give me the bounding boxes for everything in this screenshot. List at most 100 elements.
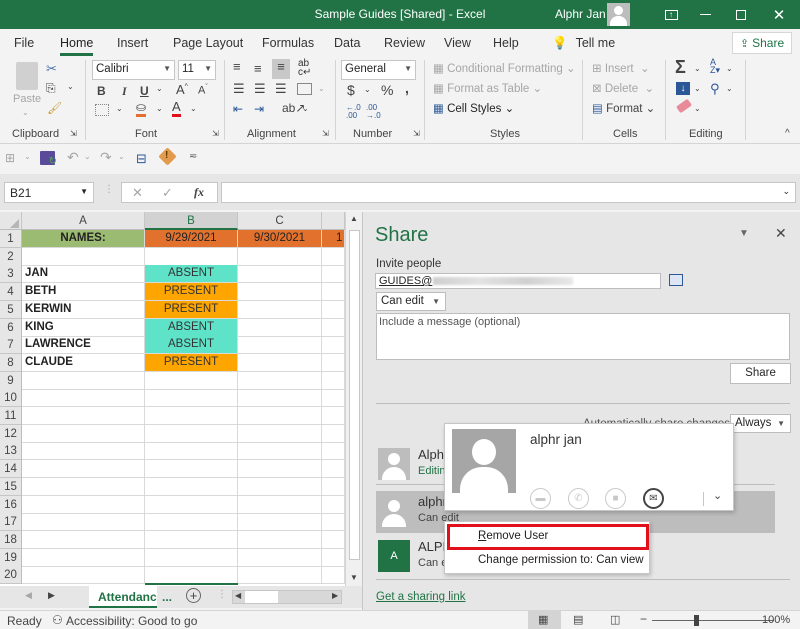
- cell[interactable]: [238, 566, 322, 585]
- cell[interactable]: [322, 407, 345, 425]
- orientation-dropdown-icon[interactable]: ⌄: [302, 104, 309, 113]
- paste-button[interactable]: Paste: [13, 93, 41, 105]
- font-color-icon[interactable]: A: [172, 100, 181, 117]
- sort-filter-dropdown-icon[interactable]: ⌄: [726, 64, 733, 73]
- cell-name[interactable]: KERWIN: [22, 300, 145, 319]
- merge-dropdown-icon[interactable]: ⌄: [318, 84, 325, 93]
- paste-icon[interactable]: [16, 62, 38, 90]
- cell[interactable]: [322, 424, 345, 443]
- formula-input[interactable]: ⌄: [221, 182, 796, 203]
- cell[interactable]: [322, 371, 345, 390]
- underline-dropdown-icon[interactable]: ⌄: [156, 84, 163, 93]
- tab-insert[interactable]: Insert: [117, 36, 148, 50]
- cell[interactable]: [322, 389, 345, 408]
- cell[interactable]: [145, 477, 238, 496]
- cell-name[interactable]: JAN: [22, 265, 145, 284]
- cell-status[interactable]: PRESENT: [145, 283, 238, 302]
- change-permission-menu-item[interactable]: Change permission to: Can view: [478, 554, 644, 566]
- increase-indent-icon[interactable]: ⇥: [254, 102, 264, 116]
- cell[interactable]: [238, 424, 322, 443]
- cell[interactable]: [238, 247, 322, 266]
- close-button[interactable]: ✕: [760, 0, 798, 29]
- cell[interactable]: [22, 460, 145, 479]
- cell[interactable]: [22, 548, 145, 567]
- vertical-scrollbar[interactable]: ▲ ▼: [345, 212, 362, 586]
- merge-center-icon[interactable]: [297, 83, 312, 95]
- cell[interactable]: [238, 548, 322, 567]
- bottom-align-icon[interactable]: ≡: [272, 59, 290, 79]
- row-header[interactable]: 17: [0, 513, 22, 532]
- row-header[interactable]: 19: [0, 548, 22, 567]
- row-header[interactable]: 18: [0, 530, 22, 549]
- column-header-b[interactable]: B: [145, 212, 238, 230]
- row-header[interactable]: 8: [0, 353, 22, 372]
- tab-file[interactable]: File: [14, 36, 34, 50]
- cell[interactable]: [22, 566, 145, 585]
- sort-filter-icon[interactable]: A Z▾: [710, 58, 720, 75]
- scroll-down-icon[interactable]: ▼: [350, 573, 358, 582]
- fill-color-dropdown-icon[interactable]: ⌄: [156, 104, 163, 113]
- cell[interactable]: [238, 336, 322, 355]
- cell[interactable]: [238, 513, 322, 532]
- font-launcher-icon[interactable]: ⇲: [212, 129, 219, 138]
- more-sheets-button[interactable]: ...: [162, 590, 172, 604]
- undo-dropdown-icon[interactable]: ⌄: [84, 152, 91, 161]
- zoom-level[interactable]: 100%: [762, 614, 790, 626]
- format-cells-button[interactable]: ▤ Format ⌄: [592, 101, 655, 115]
- column-header-a[interactable]: A: [22, 212, 145, 230]
- tab-review[interactable]: Review: [384, 36, 425, 50]
- zoom-slider-thumb[interactable]: [694, 615, 699, 626]
- sheet-tab-attendance[interactable]: Attendanc: [89, 586, 157, 608]
- cell[interactable]: [145, 548, 238, 567]
- cell[interactable]: [322, 247, 345, 266]
- add-sheet-icon[interactable]: +: [186, 588, 201, 603]
- cell[interactable]: [238, 530, 322, 549]
- cell[interactable]: [238, 371, 322, 390]
- currency-dropdown-icon[interactable]: ⌄: [364, 85, 371, 94]
- cell[interactable]: [145, 495, 238, 514]
- pane-options-icon[interactable]: ▼: [739, 228, 749, 239]
- fill-dropdown-icon[interactable]: ⌄: [694, 84, 701, 93]
- tab-formulas[interactable]: Formulas: [262, 36, 314, 50]
- cell[interactable]: [145, 530, 238, 549]
- row-header[interactable]: 13: [0, 442, 22, 461]
- customize-qat-icon[interactable]: ≂: [189, 151, 197, 162]
- cell-styles-button[interactable]: ▦ Cell Styles ⌄: [433, 101, 514, 115]
- clear-dropdown-icon[interactable]: ⌄: [694, 104, 701, 113]
- redo-dropdown-icon[interactable]: ⌄: [118, 152, 125, 161]
- tab-data[interactable]: Data: [334, 36, 360, 50]
- conditional-formatting-button[interactable]: ▦ Conditional Formatting ⌄: [433, 61, 576, 75]
- horizontal-scrollbar[interactable]: ◀ ▶: [232, 590, 342, 604]
- cell-status[interactable]: [145, 247, 238, 266]
- cell[interactable]: [238, 353, 322, 372]
- cell[interactable]: [238, 442, 322, 461]
- clear-icon[interactable]: [675, 98, 693, 114]
- account-name[interactable]: Alphr Jan: [555, 7, 606, 21]
- cell[interactable]: [238, 283, 322, 302]
- permission-dropdown[interactable]: Can edit ▼: [376, 292, 446, 311]
- row-header[interactable]: 2: [0, 247, 22, 266]
- cell[interactable]: [322, 300, 345, 319]
- cell[interactable]: [145, 460, 238, 479]
- expand-card-icon[interactable]: ⌄: [713, 489, 722, 502]
- ribbon-display-options-button[interactable]: ↑: [652, 0, 690, 29]
- share-button[interactable]: ⇪ Share: [732, 32, 792, 54]
- cancel-formula-icon[interactable]: ✕: [132, 185, 143, 201]
- cell[interactable]: [22, 407, 145, 425]
- worksheet-grid[interactable]: A B C 1 NAMES: 9/29/2021 9/30/2021 1 23J…: [0, 212, 362, 586]
- cell[interactable]: [145, 566, 238, 585]
- tab-help[interactable]: Help: [493, 36, 519, 50]
- alignment-launcher-icon[interactable]: ⇲: [322, 129, 329, 138]
- find-dropdown-icon[interactable]: ⌄: [726, 84, 733, 93]
- autosum-dropdown-icon[interactable]: ⌄: [694, 64, 701, 73]
- cell-date-header[interactable]: 9/30/2021: [238, 230, 322, 248]
- paste-dropdown-icon[interactable]: ⌄: [22, 108, 29, 117]
- cell[interactable]: [322, 548, 345, 567]
- address-book-icon[interactable]: [669, 274, 683, 286]
- tab-home[interactable]: Home: [60, 36, 94, 56]
- zoom-out-icon[interactable]: −: [640, 612, 647, 626]
- fill-icon[interactable]: ↓: [676, 82, 690, 95]
- email-icon[interactable]: ✉: [643, 488, 664, 509]
- scroll-left-icon[interactable]: ◀: [235, 591, 241, 600]
- row-header[interactable]: 9: [0, 371, 22, 390]
